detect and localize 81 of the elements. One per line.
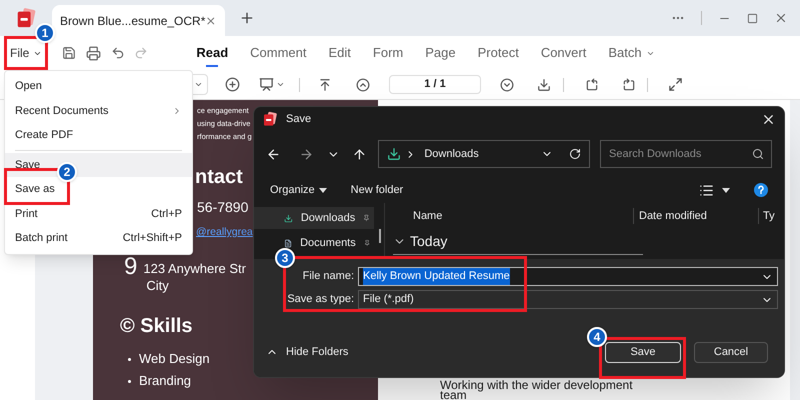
forward-icon[interactable] [298,146,314,162]
shortcut-text: Ctrl+Shift+P [122,231,182,246]
folder-item[interactable]: Downloads [254,207,374,229]
last-page-icon[interactable] [537,78,551,92]
skill-item: Branding [139,372,192,390]
undo-icon[interactable] [111,46,126,60]
column-header[interactable]: Ty [758,208,775,224]
print-icon[interactable] [86,46,102,60]
ribbon-tab[interactable]: Read [196,36,228,70]
section-heading: ntact [195,165,243,189]
ribbon-tab[interactable]: Convert [540,36,586,70]
menu-item[interactable]: Open [5,74,192,98]
section-heading: © Skills [120,314,193,338]
menu-item[interactable]: Create PDF [5,123,192,148]
file-type-select[interactable]: File (*.pdf) [358,290,778,309]
caret-icon [194,80,203,89]
bullet-icon [128,380,131,382]
command-button[interactable]: Organize [270,182,327,198]
app-logo-icon [15,7,37,29]
search-icon [752,148,764,160]
download-icon [387,147,402,161]
skill-item: Web Design [139,350,210,368]
field-label: File name: [302,269,355,284]
caret-icon [318,188,327,192]
hide-folders-button[interactable]: Hide Folders [266,344,348,360]
command-button[interactable]: New folder [350,182,404,198]
shortcut-text: Ctrl+P [151,206,182,222]
address-text: City [145,277,170,294]
save-icon[interactable] [62,46,76,60]
maximize-icon[interactable] [747,12,758,24]
presentation-icon[interactable] [259,77,274,92]
app-logo-icon [262,111,278,127]
page-number-field[interactable]: 1 / 1 [389,75,481,94]
ribbon-tab[interactable]: Comment [250,36,306,70]
column-header[interactable]: Name [393,208,633,224]
close-tab-icon[interactable] [205,14,217,26]
location-mark: 9 [124,254,138,282]
dialog-title: Save [286,112,312,127]
ribbon-tab[interactable]: Batch [608,36,655,70]
caret-icon[interactable] [722,188,730,192]
address-bar[interactable]: Downloads [378,140,590,168]
email-link[interactable]: @reallygrea [196,223,253,241]
first-page-icon[interactable] [318,78,332,92]
bullet-icon [128,358,131,360]
group-header: Today [410,232,448,251]
menu-item[interactable]: Print Ctrl+P [5,202,192,226]
dialog-button[interactable]: Save [605,342,681,362]
scrollbar [379,229,381,243]
phone-number: 56-7890 [197,198,248,217]
view-options-icon[interactable] [699,182,714,198]
column-header[interactable]: Date modified [633,208,758,224]
new-tab-icon[interactable] [239,10,255,26]
menu-item[interactable]: Batch print Ctrl+Shift+P [5,226,192,250]
up-icon[interactable] [352,146,366,162]
back-icon[interactable] [266,146,281,162]
body-text: team [440,390,467,400]
ribbon-tab[interactable]: Edit [328,36,351,70]
field-label: Save as type: [286,292,355,308]
refresh-icon[interactable] [569,148,582,160]
next-page-icon[interactable] [500,78,514,92]
zoom-in-icon[interactable] [225,77,240,92]
ribbon-tab[interactable]: Form [372,36,404,70]
pin-icon [363,213,370,223]
rotate-right-icon[interactable] [622,78,636,92]
menu-item[interactable]: Recent Documents [5,98,192,123]
field-value: Kelly Brown Updated Resume [363,268,510,285]
search-field[interactable]: Search Downloads [600,140,772,168]
file-name-field[interactable]: Kelly Brown Updated Resume [358,267,778,286]
caret-icon[interactable] [276,80,285,89]
location-text: Downloads [424,146,479,162]
dialog-button[interactable]: Cancel [694,342,768,362]
document-tab[interactable]: Brown Blue...esume_OCR* [52,5,225,36]
file-menu-button[interactable]: File [10,44,42,62]
address-text: 123 Anywhere Str [143,260,246,277]
previous-page-icon[interactable] [356,78,370,92]
body-text: Working with the wider development [440,380,634,390]
rotate-left-icon[interactable] [585,78,599,92]
ribbon-tab[interactable]: Page [425,36,456,70]
ribbon-tab[interactable]: Protect [478,36,519,70]
help-icon[interactable] [754,183,768,197]
fullscreen-icon[interactable] [668,77,683,92]
